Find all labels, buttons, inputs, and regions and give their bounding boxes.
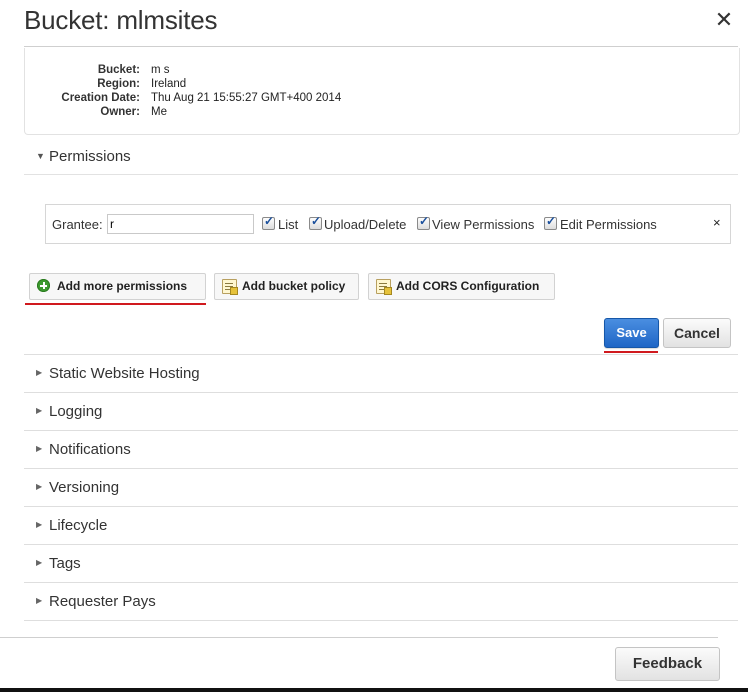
close-icon[interactable]: ✕ bbox=[712, 8, 736, 32]
section-label: Tags bbox=[49, 555, 81, 572]
triangle-right-icon: ▶ bbox=[36, 596, 43, 605]
divider bbox=[0, 637, 718, 638]
section-notifications[interactable]: ▶ Notifications bbox=[24, 430, 738, 468]
section-lifecycle[interactable]: ▶ Lifecycle bbox=[24, 506, 738, 544]
grantee-row: Grantee: List Upload/Delete View Permiss… bbox=[45, 204, 731, 244]
grantee-label: Grantee: bbox=[52, 217, 103, 232]
triangle-right-icon: ▶ bbox=[36, 520, 43, 529]
window-edge bbox=[0, 688, 748, 692]
triangle-right-icon: ▶ bbox=[36, 406, 43, 415]
owner-value: Me bbox=[151, 106, 167, 118]
property-sections: ▶ Static Website Hosting ▶ Logging ▶ Not… bbox=[24, 354, 738, 621]
divider bbox=[24, 174, 738, 175]
upload-delete-checkbox[interactable] bbox=[309, 214, 322, 230]
triangle-right-icon: ▶ bbox=[36, 482, 43, 491]
triangle-right-icon: ▶ bbox=[36, 558, 43, 567]
list-checkbox[interactable] bbox=[262, 214, 275, 230]
section-label: Static Website Hosting bbox=[49, 365, 200, 382]
section-label: Versioning bbox=[49, 479, 120, 496]
add-more-permissions-button[interactable]: Add more permissions bbox=[29, 273, 206, 300]
annotation-underline bbox=[604, 351, 658, 353]
annotation-underline bbox=[25, 303, 206, 305]
owner-label: Owner: bbox=[100, 106, 140, 118]
section-versioning[interactable]: ▶ Versioning bbox=[24, 468, 738, 506]
permissions-heading: Permissions bbox=[49, 148, 131, 165]
section-static-website-hosting[interactable]: ▶ Static Website Hosting bbox=[24, 354, 738, 392]
page-title: Bucket: mlmsites bbox=[24, 5, 218, 35]
document-icon bbox=[222, 279, 238, 295]
grantee-input[interactable] bbox=[107, 214, 254, 234]
bucket-info-panel: Bucket: m s Region: Ireland Creation Dat… bbox=[24, 48, 740, 135]
creation-date-label: Creation Date: bbox=[61, 92, 140, 104]
add-cors-configuration-button[interactable]: Add CORS Configuration bbox=[368, 273, 555, 300]
list-checkbox-label: List bbox=[278, 217, 299, 232]
section-label: Notifications bbox=[49, 441, 131, 458]
document-icon bbox=[376, 279, 392, 295]
region-value: Ireland bbox=[151, 78, 187, 90]
section-tags[interactable]: ▶ Tags bbox=[24, 544, 738, 582]
add-more-permissions-label: Add more permissions bbox=[57, 279, 188, 293]
add-cors-configuration-label: Add CORS Configuration bbox=[396, 279, 540, 293]
remove-grantee-icon[interactable]: × bbox=[713, 215, 721, 230]
plus-circle-icon bbox=[37, 279, 50, 292]
section-label: Logging bbox=[49, 403, 103, 420]
add-bucket-policy-label: Add bucket policy bbox=[242, 279, 346, 293]
permissions-section-header[interactable]: ▼ Permissions bbox=[24, 138, 738, 174]
view-permissions-checkbox[interactable] bbox=[417, 214, 430, 230]
feedback-button[interactable]: Feedback bbox=[615, 647, 720, 681]
section-requester-pays[interactable]: ▶ Requester Pays bbox=[24, 582, 738, 621]
add-bucket-policy-button[interactable]: Add bucket policy bbox=[214, 273, 359, 300]
view-permissions-checkbox-label: View Permissions bbox=[432, 217, 535, 232]
cancel-button[interactable]: Cancel bbox=[663, 318, 731, 348]
triangle-right-icon: ▶ bbox=[36, 368, 43, 377]
section-label: Requester Pays bbox=[49, 593, 156, 610]
edit-permissions-checkbox[interactable] bbox=[544, 214, 557, 230]
section-label: Lifecycle bbox=[49, 517, 108, 534]
bucket-label: Bucket: bbox=[97, 64, 140, 76]
triangle-down-icon: ▼ bbox=[36, 151, 45, 161]
edit-permissions-checkbox-label: Edit Permissions bbox=[560, 217, 657, 232]
save-button[interactable]: Save bbox=[604, 318, 659, 348]
creation-date-value: Thu Aug 21 15:55:27 GMT+400 2014 bbox=[151, 92, 342, 104]
region-label: Region: bbox=[97, 78, 140, 90]
divider bbox=[24, 46, 738, 47]
upload-delete-checkbox-label: Upload/Delete bbox=[324, 217, 407, 232]
section-logging[interactable]: ▶ Logging bbox=[24, 392, 738, 430]
triangle-right-icon: ▶ bbox=[36, 444, 43, 453]
bucket-value: m s bbox=[151, 64, 170, 76]
